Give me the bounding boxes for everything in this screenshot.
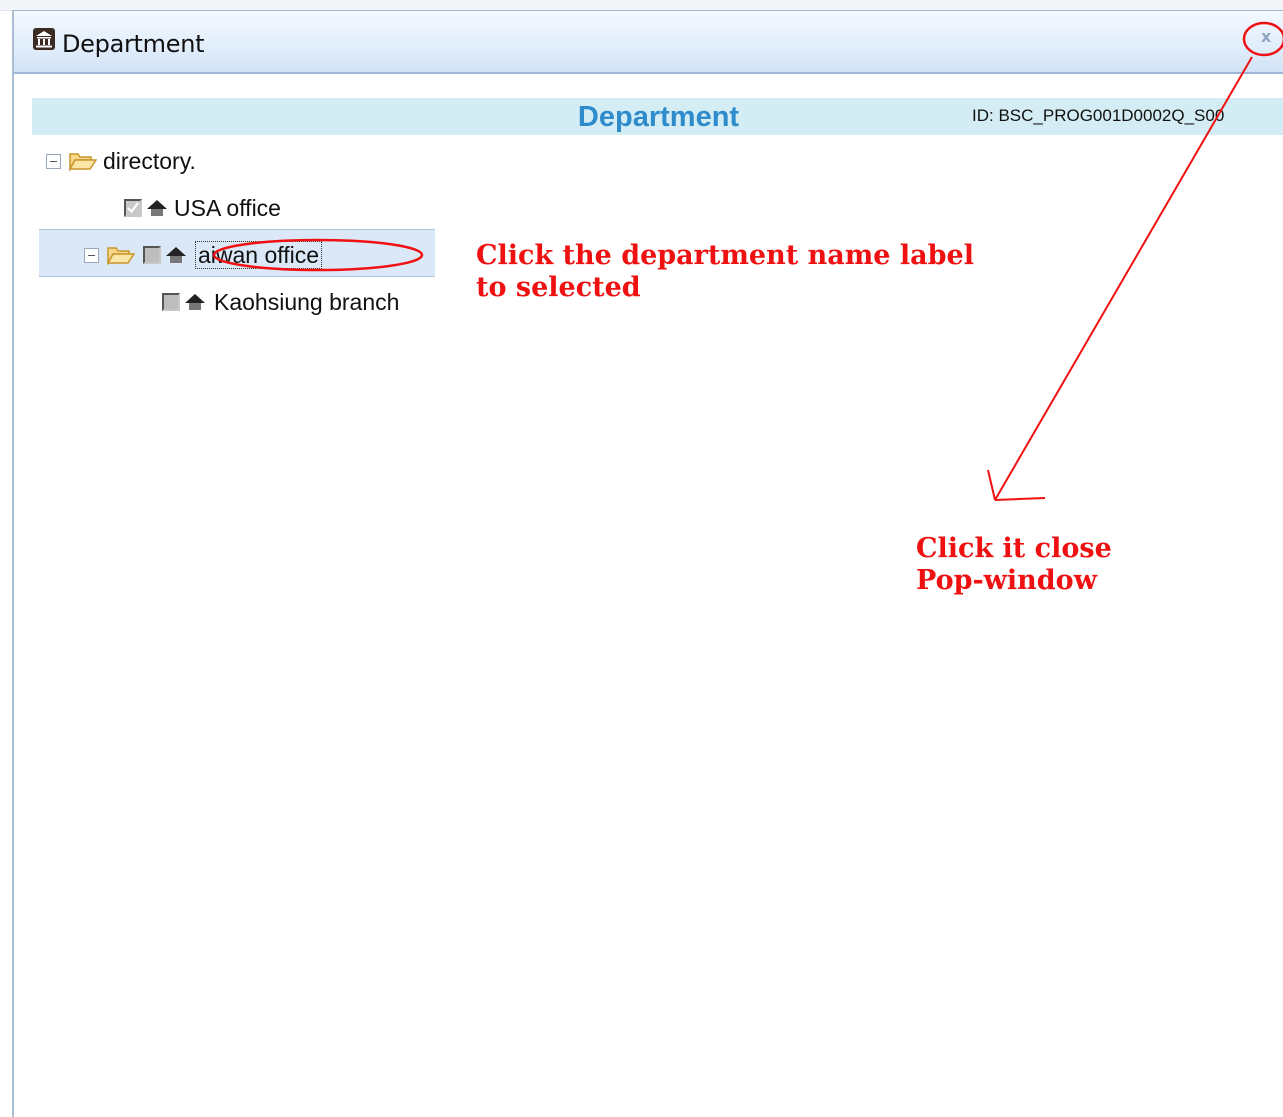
window-titlebar: Department x: [14, 11, 1283, 74]
house-icon: [185, 294, 205, 310]
content-header: Department ID: BSC_PROG001D0002Q_S00: [32, 98, 1283, 135]
tree-node-kaohsiung-branch[interactable]: Kaohsiung branch: [162, 288, 399, 316]
tree-node-kaohsiung-branch-label[interactable]: Kaohsiung branch: [214, 289, 399, 315]
checkbox-usa-office[interactable]: [124, 199, 142, 217]
folder-open-icon: [107, 247, 135, 266]
collapse-toggle-taiwan-office[interactable]: [84, 247, 99, 263]
collapse-toggle-root[interactable]: [46, 153, 61, 169]
building-icon: [33, 28, 55, 50]
house-icon: [166, 247, 186, 263]
folder-open-icon: [69, 153, 97, 172]
checkbox-taiwan-office[interactable]: [143, 246, 161, 264]
tree-node-usa-office-label[interactable]: USA office: [174, 195, 281, 221]
close-label: x: [1261, 27, 1272, 46]
program-id-label: ID: BSC_PROG001D0002Q_S00: [972, 106, 1225, 125]
tree-node-root-label[interactable]: directory.: [103, 148, 196, 174]
window-title: Department: [62, 30, 205, 58]
select-hint-line1: Click the department name label: [476, 240, 974, 271]
close-hint-line2: Pop-window: [916, 565, 1097, 596]
checkbox-kaohsiung-branch[interactable]: [162, 293, 180, 311]
tree-node-root[interactable]: directory.: [46, 147, 196, 175]
tree-node-taiwan-office-label[interactable]: aiwan office: [195, 241, 323, 269]
close-button[interactable]: x: [1254, 25, 1278, 49]
check-icon: [127, 202, 139, 214]
tree-node-taiwan-office[interactable]: aiwan office: [84, 241, 323, 269]
house-icon: [147, 200, 167, 216]
close-icon[interactable]: x: [1254, 25, 1278, 49]
close-hint-line1: Click it close: [916, 533, 1112, 564]
tree-node-usa-office[interactable]: USA office: [124, 194, 281, 222]
select-hint-line2: to selected: [476, 272, 641, 303]
